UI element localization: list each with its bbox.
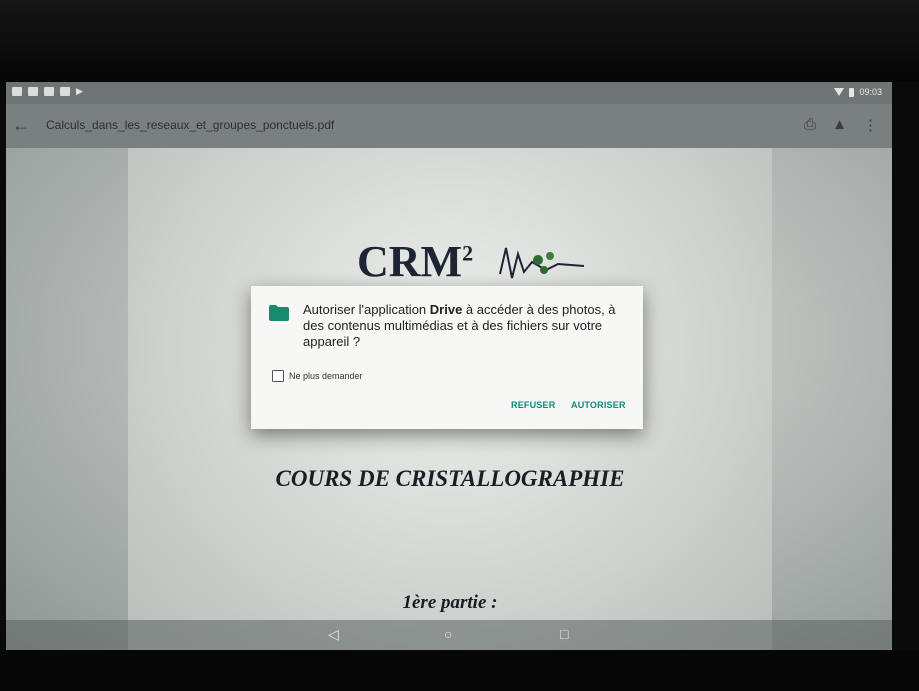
dont-ask-again-checkbox[interactable] <box>272 370 284 382</box>
app-bar: ← Calculs_dans_les_reseaux_et_groupes_po… <box>6 104 892 148</box>
image-icon <box>44 87 54 96</box>
wifi-icon <box>834 88 845 96</box>
device-bottom-bezel <box>0 650 919 691</box>
status-icons-left: ▶ <box>12 87 83 96</box>
navigation-bar: ◁ ○ □ <box>6 620 892 651</box>
logo-superscript: 2 <box>462 240 474 266</box>
more-vert-icon[interactable]: ⋮ <box>863 116 878 134</box>
device-top-bezel <box>0 0 919 82</box>
battery-icon <box>849 87 855 97</box>
deny-button[interactable]: REFUSER <box>511 400 555 410</box>
play-store-icon: ▶ <box>76 86 83 96</box>
course-title: COURS DE CRISTALLOGRAPHIE <box>275 466 625 491</box>
nav-home-icon[interactable]: ○ <box>444 626 452 642</box>
folder-icon <box>269 305 289 321</box>
dont-ask-again-row[interactable]: Ne plus demander <box>272 370 363 382</box>
app-bar-actions: ⎙ ▲ ⋮ <box>804 116 878 134</box>
logo-text: CRM <box>357 237 463 286</box>
message-prefix: Autoriser l'application <box>303 302 430 317</box>
drive-icon[interactable]: ▲ <box>832 116 847 134</box>
document-title: Calculs_dans_les_reseaux_et_groupes_ponc… <box>46 118 335 132</box>
permission-dialog: Autoriser l'application Drive à accéder … <box>251 286 643 429</box>
photo-icon <box>28 87 38 96</box>
crm2-logo: CRM2 <box>357 236 473 287</box>
nav-recents-icon[interactable]: □ <box>560 626 568 642</box>
sim-icon <box>60 87 70 96</box>
permission-message: Autoriser l'application Drive à accéder … <box>303 302 633 350</box>
status-icons-right: 09:03 <box>834 87 882 97</box>
app-name: Drive <box>429 302 463 317</box>
clock: 09:03 <box>859 87 882 97</box>
notification-icon <box>12 87 22 96</box>
molecule-logo-icon <box>499 247 585 279</box>
part-title: 1ère partie : <box>402 592 498 613</box>
nav-back-icon[interactable]: ◁ <box>328 626 339 643</box>
dont-ask-again-label: Ne plus demander <box>289 371 363 381</box>
status-bar: ▶ 09:03 <box>6 82 892 104</box>
allow-button[interactable]: AUTORISER <box>571 400 626 410</box>
arrow-left-icon[interactable]: ← <box>12 115 30 136</box>
print-icon[interactable]: ⎙ <box>804 116 816 134</box>
